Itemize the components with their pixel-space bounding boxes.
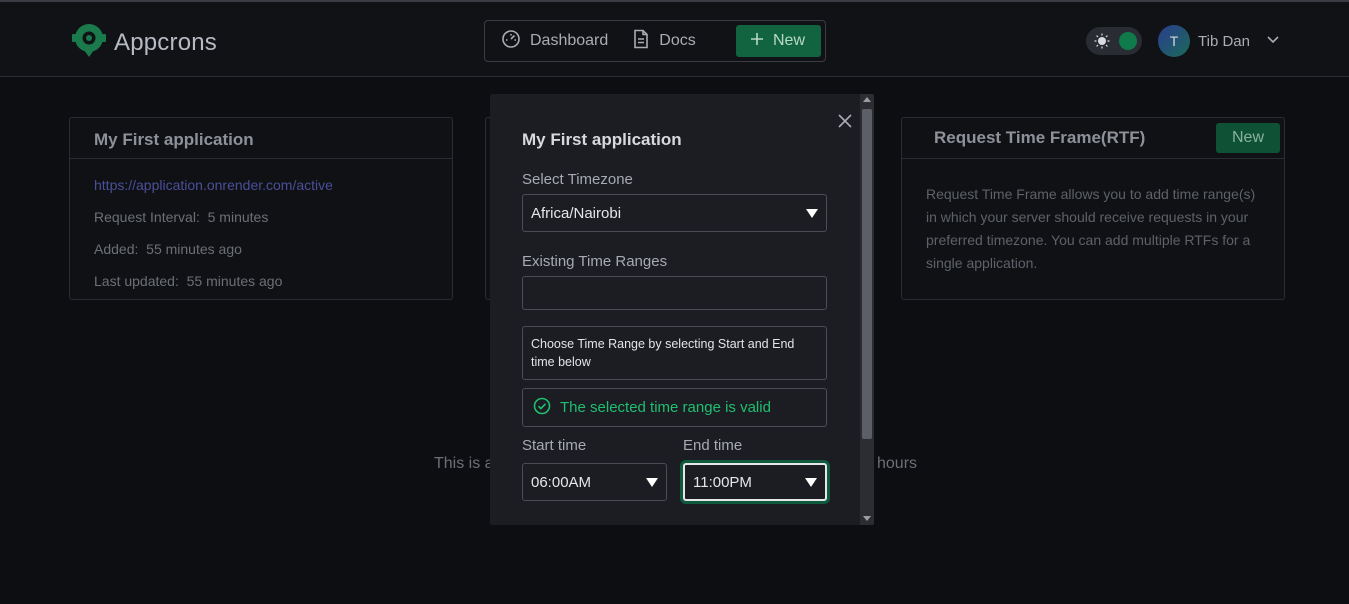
added-row: Added: 55 minutes ago <box>94 233 428 265</box>
last-updated-row: Last updated: 55 minutes ago <box>94 265 428 297</box>
theme-toggle[interactable] <box>1086 27 1142 55</box>
check-circle-icon <box>533 397 551 419</box>
dropdown-arrow-icon <box>646 477 658 487</box>
dropdown-arrow-icon <box>806 208 818 218</box>
application-card-title: My First application <box>70 118 452 159</box>
existing-ranges-field[interactable] <box>522 276 827 310</box>
end-time-value: 11:00PM <box>693 473 752 491</box>
background-text-right: hours <box>877 455 918 472</box>
start-time-label: Start time <box>522 437 587 454</box>
main-nav: Dashboard Docs New <box>484 20 826 62</box>
close-icon[interactable] <box>838 114 852 133</box>
chevron-down-icon <box>1266 32 1280 50</box>
application-url-link[interactable]: https://application.onrender.com/active <box>94 177 333 193</box>
scroll-down-icon[interactable] <box>863 516 871 521</box>
document-icon <box>632 29 650 54</box>
plus-icon <box>750 32 764 51</box>
nav-dashboard-label: Dashboard <box>530 32 609 49</box>
appcrons-logo-icon <box>70 22 108 63</box>
timezone-label: Select Timezone <box>522 171 633 188</box>
top-bar: Appcrons Dashboard Docs New T Tib Dan <box>0 0 1349 77</box>
avatar: T <box>1158 25 1190 57</box>
user-menu[interactable]: T Tib Dan <box>1158 25 1280 57</box>
nav-dashboard[interactable]: Dashboard <box>501 25 622 57</box>
rtf-new-button[interactable]: New <box>1215 123 1280 153</box>
toggle-knob <box>1119 32 1137 50</box>
start-time-value: 06:00AM <box>531 473 592 491</box>
added-value: 55 minutes ago <box>146 241 242 257</box>
rtf-card-title: Request Time Frame(RTF) <box>934 128 1146 147</box>
valid-range-message: The selected time range is valid <box>522 388 827 427</box>
rtf-description: Request Time Frame allows you to add tim… <box>926 186 1256 271</box>
application-card: My First application https://application… <box>69 117 453 300</box>
time-range-hint: Choose Time Range by selecting Start and… <box>522 326 827 380</box>
brand-name: Appcrons <box>114 28 217 56</box>
scroll-thumb[interactable] <box>862 109 872 439</box>
user-name: Tib Dan <box>1198 32 1250 50</box>
modal-scrollbar[interactable] <box>860 94 874 525</box>
rtf-modal: My First application Select Timezone Afr… <box>490 94 874 525</box>
nav-docs[interactable]: Docs <box>632 25 709 57</box>
last-updated-label: Last updated: <box>94 273 179 289</box>
scroll-up-icon[interactable] <box>863 97 871 102</box>
request-interval-label: Request Interval: <box>94 209 200 225</box>
timezone-value: Africa/Nairobi <box>531 204 622 222</box>
end-time-select[interactable]: 11:00PM <box>683 463 827 501</box>
nav-new-button[interactable]: New <box>735 25 821 57</box>
background-text-left: This is a <box>434 455 494 472</box>
dropdown-arrow-icon <box>805 477 817 487</box>
end-time-label: End time <box>683 437 743 454</box>
added-label: Added: <box>94 241 139 257</box>
start-time-select[interactable]: 06:00AM <box>522 463 667 501</box>
nav-docs-label: Docs <box>659 32 696 49</box>
existing-ranges-label: Existing Time Ranges <box>522 253 668 270</box>
last-updated-value: 55 minutes ago <box>186 273 283 289</box>
gauge-icon <box>501 29 521 54</box>
brand[interactable]: Appcrons <box>70 22 217 63</box>
modal-title: My First application <box>522 130 682 149</box>
valid-range-text: The selected time range is valid <box>560 399 771 416</box>
sun-icon <box>1094 33 1110 54</box>
request-interval-row: Request Interval: 5 minutes <box>94 201 428 233</box>
rtf-card: Request Time Frame(RTF) New Request Time… <box>901 117 1285 300</box>
request-interval-value: 5 minutes <box>207 209 269 225</box>
timezone-select[interactable]: Africa/Nairobi <box>522 194 827 232</box>
nav-new-label: New <box>772 32 805 49</box>
